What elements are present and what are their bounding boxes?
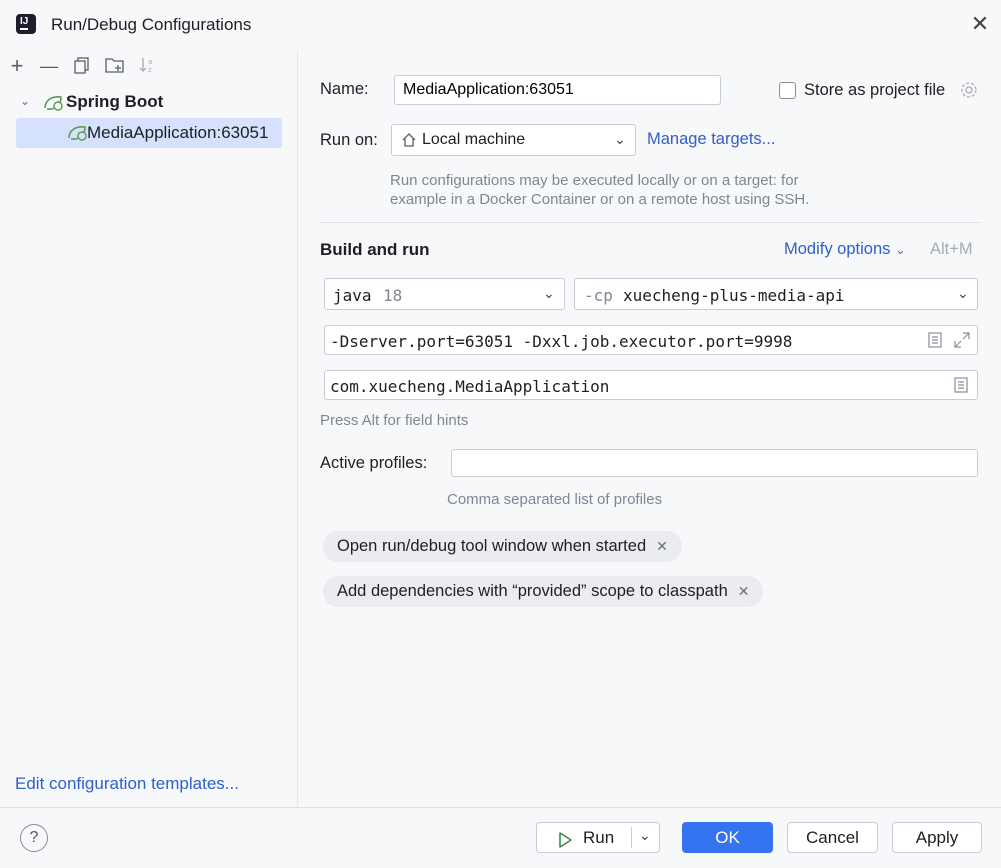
- expand-text-icon[interactable]: [927, 331, 943, 354]
- tree-item-label: MediaApplication:63051: [87, 123, 269, 142]
- run-on-hint-line-2: example in a Docker Container or on a re…: [390, 191, 810, 208]
- run-on-hint-line-1: Run configurations may be executed local…: [390, 172, 799, 189]
- remove-option-icon[interactable]: ✕: [656, 538, 668, 554]
- ok-button[interactable]: OK: [682, 822, 773, 853]
- option-tag-label: Open run/debug tool window when started: [337, 537, 647, 555]
- browse-class-icon[interactable]: [953, 376, 969, 399]
- vm-options-value[interactable]: -Dserver.port=63051 -Dxxl.job.executor.p…: [330, 332, 792, 351]
- active-profiles-field[interactable]: [451, 449, 978, 477]
- tree-group-label: Spring Boot: [66, 92, 164, 111]
- option-tag-open-tool-window: Open run/debug tool window when started ✕: [323, 531, 682, 562]
- modify-options-label[interactable]: Modify options: [784, 240, 890, 258]
- cancel-button[interactable]: Cancel: [787, 822, 878, 853]
- tree-node-spring-boot[interactable]: ⌄ Spring Boot: [16, 92, 186, 114]
- configurations-tree-panel: [0, 50, 298, 807]
- jre-version: 18: [383, 286, 403, 305]
- option-tag-provided-scope: Add dependencies with “provided” scope t…: [323, 576, 764, 607]
- add-icon[interactable]: +: [7, 55, 27, 77]
- close-icon[interactable]: ✕: [968, 12, 992, 36]
- name-field[interactable]: [394, 75, 721, 105]
- intellij-app-icon: IJ: [13, 12, 36, 34]
- svg-text:z: z: [148, 66, 152, 74]
- main-class-value[interactable]: com.xuecheng.MediaApplication: [330, 377, 609, 396]
- chevron-down-icon[interactable]: ⌄: [639, 821, 651, 850]
- tree-item-media-application[interactable]: MediaApplication:63051: [16, 118, 282, 148]
- modify-options-link[interactable]: Modify options ⌄: [784, 240, 906, 259]
- jre-name: java: [333, 286, 372, 305]
- active-profiles-hint: Comma separated list of profiles: [447, 491, 663, 508]
- remove-option-icon[interactable]: ✕: [738, 583, 750, 599]
- edit-templates-link[interactable]: Edit configuration templates...: [15, 774, 239, 794]
- svg-text:a: a: [148, 58, 152, 66]
- chevron-down-icon: ⌄: [894, 242, 906, 257]
- chevron-down-icon: ⌄: [957, 285, 969, 301]
- new-folder-icon[interactable]: [105, 56, 125, 76]
- run-button[interactable]: Run ⌄: [536, 822, 660, 853]
- run-on-value: Local machine: [422, 131, 526, 148]
- option-tag-label: Add dependencies with “provided” scope t…: [337, 582, 728, 600]
- apply-button[interactable]: Apply: [892, 822, 982, 853]
- remove-icon[interactable]: —: [39, 56, 59, 76]
- manage-targets-link[interactable]: Manage targets...: [647, 130, 775, 149]
- copy-icon[interactable]: [72, 56, 92, 76]
- store-project-checkbox[interactable]: [779, 82, 796, 99]
- run-button-label: Run: [583, 828, 615, 847]
- play-icon: [557, 829, 573, 858]
- active-profiles-input[interactable]: [458, 453, 972, 473]
- chevron-down-icon: ⌄: [543, 285, 555, 301]
- modify-options-shortcut: Alt+M: [930, 240, 973, 258]
- spring-boot-icon: [42, 94, 64, 117]
- chevron-down-icon: ⌄: [614, 131, 626, 147]
- section-divider: [320, 222, 981, 223]
- chevron-down-icon[interactable]: ⌄: [20, 94, 30, 108]
- vm-options-field[interactable]: -Dserver.port=63051 -Dxxl.job.executor.p…: [324, 325, 978, 355]
- window-title: Run/Debug Configurations: [51, 15, 252, 34]
- name-input[interactable]: [401, 80, 715, 100]
- cp-prefix: -cp: [584, 286, 613, 305]
- cp-module: xuecheng-plus-media-api: [623, 286, 845, 305]
- home-icon: [401, 132, 417, 153]
- name-label: Name:: [320, 80, 369, 98]
- active-profiles-label: Active profiles:: [320, 454, 428, 472]
- split-divider: [631, 827, 632, 848]
- build-run-title: Build and run: [320, 240, 430, 259]
- store-project-label[interactable]: Store as project file: [804, 81, 945, 100]
- gear-icon[interactable]: [959, 80, 979, 105]
- sort-icon[interactable]: az: [138, 56, 158, 76]
- classpath-module-dropdown[interactable]: -cp xuecheng-plus-media-api ⌄: [574, 278, 978, 310]
- field-hints-text: Press Alt for field hints: [320, 412, 469, 429]
- jre-dropdown[interactable]: java 18 ⌄: [324, 278, 565, 310]
- run-on-label: Run on:: [320, 131, 378, 149]
- spring-boot-run-icon: [66, 124, 88, 147]
- run-on-dropdown[interactable]: Local machine ⌄: [391, 124, 636, 156]
- expand-icon[interactable]: [953, 331, 971, 354]
- main-class-field[interactable]: com.xuecheng.MediaApplication: [324, 370, 978, 400]
- help-button[interactable]: ?: [20, 824, 48, 852]
